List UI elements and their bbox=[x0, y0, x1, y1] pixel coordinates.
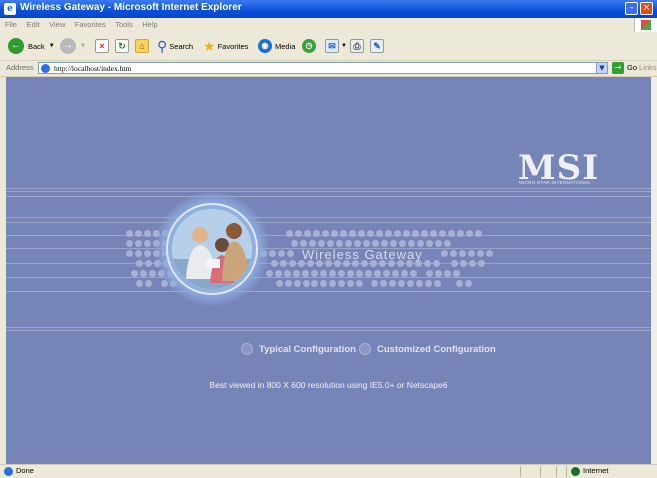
typical-config-label[interactable]: Typical Configuration bbox=[259, 344, 356, 355]
security-zone: Internet bbox=[583, 466, 609, 475]
customized-config-link[interactable]: Customized Configuration bbox=[359, 343, 496, 355]
msi-logo-subtitle: MICRO STAR INTERNATIONAL bbox=[519, 180, 592, 185]
standard-toolbar: ← Back ▼ → ▼ × ↻ ⌂ ⚲ Search ★ Favorites … bbox=[0, 32, 657, 61]
star-icon: ★ bbox=[203, 37, 216, 54]
refresh-button[interactable]: ↻ bbox=[115, 37, 129, 55]
back-label: Back bbox=[28, 41, 45, 51]
ie-icon: e bbox=[4, 3, 16, 15]
page-content: MSI MICRO STAR INTERNATIONAL Wireless Ga… bbox=[6, 77, 651, 464]
close-button[interactable]: × bbox=[640, 2, 653, 15]
menu-help[interactable]: Help bbox=[142, 18, 157, 32]
typical-radio-icon[interactable] bbox=[241, 343, 253, 355]
home-button[interactable]: ⌂ bbox=[135, 37, 149, 55]
go-arrow-icon[interactable]: → bbox=[612, 62, 624, 74]
address-dropdown-icon[interactable]: ▼ bbox=[596, 62, 608, 74]
print-icon: ⎙ bbox=[350, 39, 364, 53]
windows-logo-throbber bbox=[634, 18, 657, 32]
links-button[interactable]: Links bbox=[639, 63, 657, 72]
menu-view[interactable]: View bbox=[49, 18, 65, 32]
minimize-button[interactable]: – bbox=[625, 2, 638, 15]
status-text: Done bbox=[16, 466, 34, 475]
window-title: Wireless Gateway - Microsoft Internet Ex… bbox=[20, 2, 242, 13]
favorites-button[interactable]: ★ Favorites bbox=[203, 37, 248, 55]
product-title: Wireless Gateway bbox=[302, 247, 423, 262]
forward-button[interactable]: → ▼ bbox=[60, 37, 86, 55]
menu-favorites[interactable]: Favorites bbox=[75, 18, 106, 32]
customized-radio-icon[interactable] bbox=[359, 343, 371, 355]
media-label: Media bbox=[275, 41, 296, 51]
menu-tools[interactable]: Tools bbox=[115, 18, 133, 32]
mail-icon: ✉ bbox=[325, 39, 339, 53]
menu-file[interactable]: File bbox=[5, 18, 17, 32]
home-icon: ⌂ bbox=[135, 39, 149, 53]
windows-flag-icon bbox=[641, 20, 651, 30]
edit-button[interactable]: ✎ bbox=[370, 37, 384, 55]
people-photo bbox=[172, 209, 252, 289]
stop-button[interactable]: × bbox=[95, 37, 109, 55]
back-arrow-icon: ← bbox=[8, 38, 24, 54]
vertical-scrollbar[interactable] bbox=[651, 77, 657, 464]
menu-bar: File Edit View Favorites Tools Help bbox=[0, 18, 657, 33]
address-bar: Address http://localhost/index.htm ▼ → G… bbox=[0, 61, 657, 77]
forward-arrow-icon: → bbox=[60, 38, 76, 54]
forward-dropdown-icon[interactable]: ▼ bbox=[80, 43, 86, 49]
mail-dropdown-icon[interactable]: ▼ bbox=[341, 43, 347, 49]
customized-config-label[interactable]: Customized Configuration bbox=[377, 344, 496, 355]
title-bar: e Wireless Gateway - Microsoft Internet … bbox=[0, 0, 657, 18]
status-bar: Done Internet bbox=[0, 464, 657, 478]
search-icon: ⚲ bbox=[157, 37, 168, 54]
search-label: Search bbox=[169, 41, 194, 51]
refresh-icon: ↻ bbox=[115, 39, 129, 53]
stop-icon: × bbox=[95, 39, 109, 53]
media-button[interactable]: ◉ Media bbox=[258, 37, 295, 55]
page-done-icon bbox=[4, 467, 13, 476]
edit-page-icon: ✎ bbox=[370, 39, 384, 53]
menu-edit[interactable]: Edit bbox=[27, 18, 40, 32]
page-icon bbox=[41, 64, 50, 73]
address-input[interactable]: http://localhost/index.htm ▼ bbox=[38, 62, 608, 74]
address-url[interactable]: http://localhost/index.htm bbox=[54, 63, 131, 74]
print-button[interactable]: ⎙ bbox=[350, 37, 364, 55]
history-button[interactable]: ◷ bbox=[302, 37, 316, 55]
internet-zone-icon bbox=[571, 467, 580, 476]
address-label: Address bbox=[6, 63, 34, 72]
history-icon: ◷ bbox=[302, 39, 316, 53]
go-button[interactable]: Go bbox=[627, 63, 637, 72]
back-dropdown-icon[interactable]: ▼ bbox=[49, 43, 55, 49]
typical-config-link[interactable]: Typical Configuration bbox=[241, 343, 356, 355]
media-globe-icon: ◉ bbox=[258, 39, 272, 53]
resolution-note: Best viewed in 800 X 600 resolution usin… bbox=[209, 380, 448, 390]
back-button[interactable]: ← Back ▼ bbox=[8, 37, 55, 55]
mail-button[interactable]: ✉ ▼ bbox=[325, 37, 347, 55]
search-button[interactable]: ⚲ Search bbox=[157, 37, 193, 55]
favorites-label: Favorites bbox=[217, 41, 249, 51]
